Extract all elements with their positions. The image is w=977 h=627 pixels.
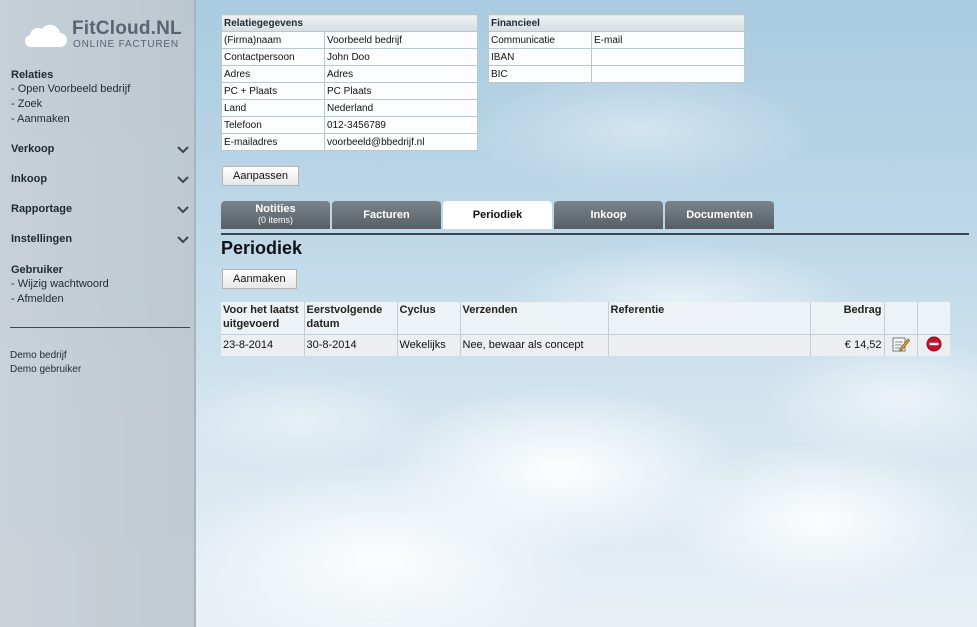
- nav-heading-gebruiker: Gebruiker: [11, 264, 63, 276]
- relation-label: PC + Plaats: [221, 82, 325, 100]
- nav-link-create[interactable]: - Aanmaken: [11, 112, 191, 127]
- nav-link-change-password[interactable]: - Wijzig wachtwoord: [11, 277, 191, 292]
- nav-inkoop[interactable]: Inkoop: [11, 173, 189, 189]
- tab-notities[interactable]: Notities (0 items): [221, 201, 330, 229]
- table-row[interactable]: 23-8-2014 30-8-2014 Wekelijks Nee, bewaa…: [221, 334, 950, 356]
- nav-group-gebruiker: Gebruiker - Wijzig wachtwoord - Afmelden: [11, 263, 191, 307]
- chevron-down-icon: [177, 236, 189, 244]
- nav-verkoop[interactable]: Verkoop: [11, 143, 189, 159]
- tab-documenten-label: Documenten: [686, 209, 753, 221]
- tab-inkoop-label: Inkoop: [590, 209, 627, 221]
- financial-row: BIC: [488, 65, 745, 83]
- financial-label: BIC: [488, 65, 592, 83]
- relation-label: (Firma)naam: [221, 31, 325, 49]
- account-company: Demo bedrijf: [10, 350, 67, 361]
- nav-heading-relaties: Relaties: [11, 69, 54, 81]
- relation-value: 012-3456789: [324, 116, 478, 134]
- nav-link-search[interactable]: - Zoek: [11, 97, 191, 112]
- relation-value: PC Plaats: [324, 82, 478, 100]
- tab-facturen[interactable]: Facturen: [332, 201, 441, 229]
- cloud-logo-icon: [24, 24, 68, 48]
- column-header-last-executed: Voor het laatst uitgevoerd: [221, 302, 305, 335]
- page-title: Periodiek: [221, 238, 303, 258]
- chevron-down-icon: [177, 176, 189, 184]
- delete-icon[interactable]: [926, 336, 942, 352]
- nav-rapportage-label: Rapportage: [11, 203, 73, 215]
- sidebar-divider: [10, 327, 190, 328]
- brand-name: FitCloud.NL: [72, 18, 182, 39]
- relation-row: PC + Plaats PC Plaats: [221, 82, 478, 100]
- financial-value: [591, 48, 745, 66]
- relation-row: E-mailadres voorbeeld@bbedrijf.nl: [221, 133, 478, 151]
- financial-title: Financieel: [488, 14, 745, 32]
- cell-send: Nee, bewaar als concept: [460, 334, 609, 356]
- edit-relation-button[interactable]: Aanpassen: [222, 166, 300, 186]
- financial-value: E-mail: [591, 31, 745, 49]
- edit-cell: [884, 334, 918, 356]
- column-header-delete: [917, 302, 950, 335]
- chevron-down-icon: [177, 206, 189, 214]
- relation-details-table: Relatiegegevens (Firma)naam Voorbeeld be…: [221, 14, 478, 151]
- cell-amount: € 14,52: [810, 334, 885, 356]
- financial-row: Communicatie E-mail: [488, 31, 745, 49]
- sidebar: FitCloud.NL ONLINE FACTUREN Relaties - O…: [0, 0, 196, 627]
- cell-reference: [608, 334, 811, 356]
- cell-last-executed: 23-8-2014: [221, 334, 305, 356]
- tab-inkoop[interactable]: Inkoop: [554, 201, 663, 229]
- column-header-cycle: Cyclus: [397, 302, 461, 335]
- relation-label: Land: [221, 99, 325, 117]
- cell-cycle: Wekelijks: [397, 334, 461, 356]
- relation-value: Nederland: [324, 99, 478, 117]
- column-header-send: Verzenden: [460, 302, 609, 335]
- tab-periodiek-label: Periodiek: [472, 209, 523, 221]
- column-header-amount: Bedrag: [810, 302, 885, 335]
- nav-verkoop-label: Verkoop: [11, 143, 55, 155]
- account-info: Demo bedrijf Demo gebruiker: [10, 349, 81, 377]
- tab-divider: [221, 233, 969, 235]
- relation-label: Adres: [221, 65, 325, 83]
- financial-table: Financieel Communicatie E-mail IBAN BIC: [488, 14, 745, 83]
- relation-row: Contactpersoon John Doo: [221, 48, 478, 66]
- tab-notities-label: Notities: [255, 203, 296, 215]
- relation-label: Contactpersoon: [221, 48, 325, 66]
- column-header-reference: Referentie: [608, 302, 811, 335]
- relation-details-title: Relatiegegevens: [221, 14, 478, 32]
- nav-instellingen[interactable]: Instellingen: [11, 233, 189, 249]
- relation-label: E-mailadres: [221, 133, 325, 151]
- column-header-next-date: Eerstvolgende datum: [304, 302, 398, 335]
- financial-label: Communicatie: [488, 31, 592, 49]
- relation-label: Telefoon: [221, 116, 325, 134]
- financial-value: [591, 65, 745, 83]
- account-user: Demo gebruiker: [10, 364, 82, 375]
- table-header-row: Voor het laatst uitgevoerd Eerstvolgende…: [221, 302, 950, 335]
- cell-next-date: 30-8-2014: [304, 334, 398, 356]
- chevron-down-icon: [177, 146, 189, 154]
- edit-icon[interactable]: [892, 336, 910, 352]
- relation-value: Adres: [324, 65, 478, 83]
- delete-cell: [917, 334, 950, 356]
- relation-row: (Firma)naam Voorbeeld bedrijf: [221, 31, 478, 49]
- tab-documenten[interactable]: Documenten: [665, 201, 774, 229]
- brand-tagline: ONLINE FACTUREN: [73, 39, 179, 50]
- nav-group-relaties: Relaties - Open Voorbeeld bedrijf - Zoek…: [11, 68, 191, 127]
- nav-link-logout[interactable]: - Afmelden: [11, 292, 191, 307]
- financial-row: IBAN: [488, 48, 745, 66]
- tab-periodiek[interactable]: Periodiek: [443, 201, 552, 229]
- tab-facturen-label: Facturen: [363, 209, 410, 221]
- relation-row: Land Nederland: [221, 99, 478, 117]
- relation-value: John Doo: [324, 48, 478, 66]
- relation-value: voorbeeld@bbedrijf.nl: [324, 133, 478, 151]
- nav-inkoop-label: Inkoop: [11, 173, 48, 185]
- relation-row: Adres Adres: [221, 65, 478, 83]
- nav-link-open-relation[interactable]: - Open Voorbeeld bedrijf: [11, 82, 191, 97]
- create-periodic-button[interactable]: Aanmaken: [222, 269, 297, 289]
- periodic-table: Voor het laatst uitgevoerd Eerstvolgende…: [221, 302, 950, 356]
- financial-label: IBAN: [488, 48, 592, 66]
- column-header-edit: [884, 302, 918, 335]
- tab-notities-count: (0 items): [257, 215, 293, 225]
- nav-rapportage[interactable]: Rapportage: [11, 203, 189, 219]
- nav-instellingen-label: Instellingen: [11, 233, 73, 245]
- relation-value: Voorbeeld bedrijf: [324, 31, 478, 49]
- relation-row: Telefoon 012-3456789: [221, 116, 478, 134]
